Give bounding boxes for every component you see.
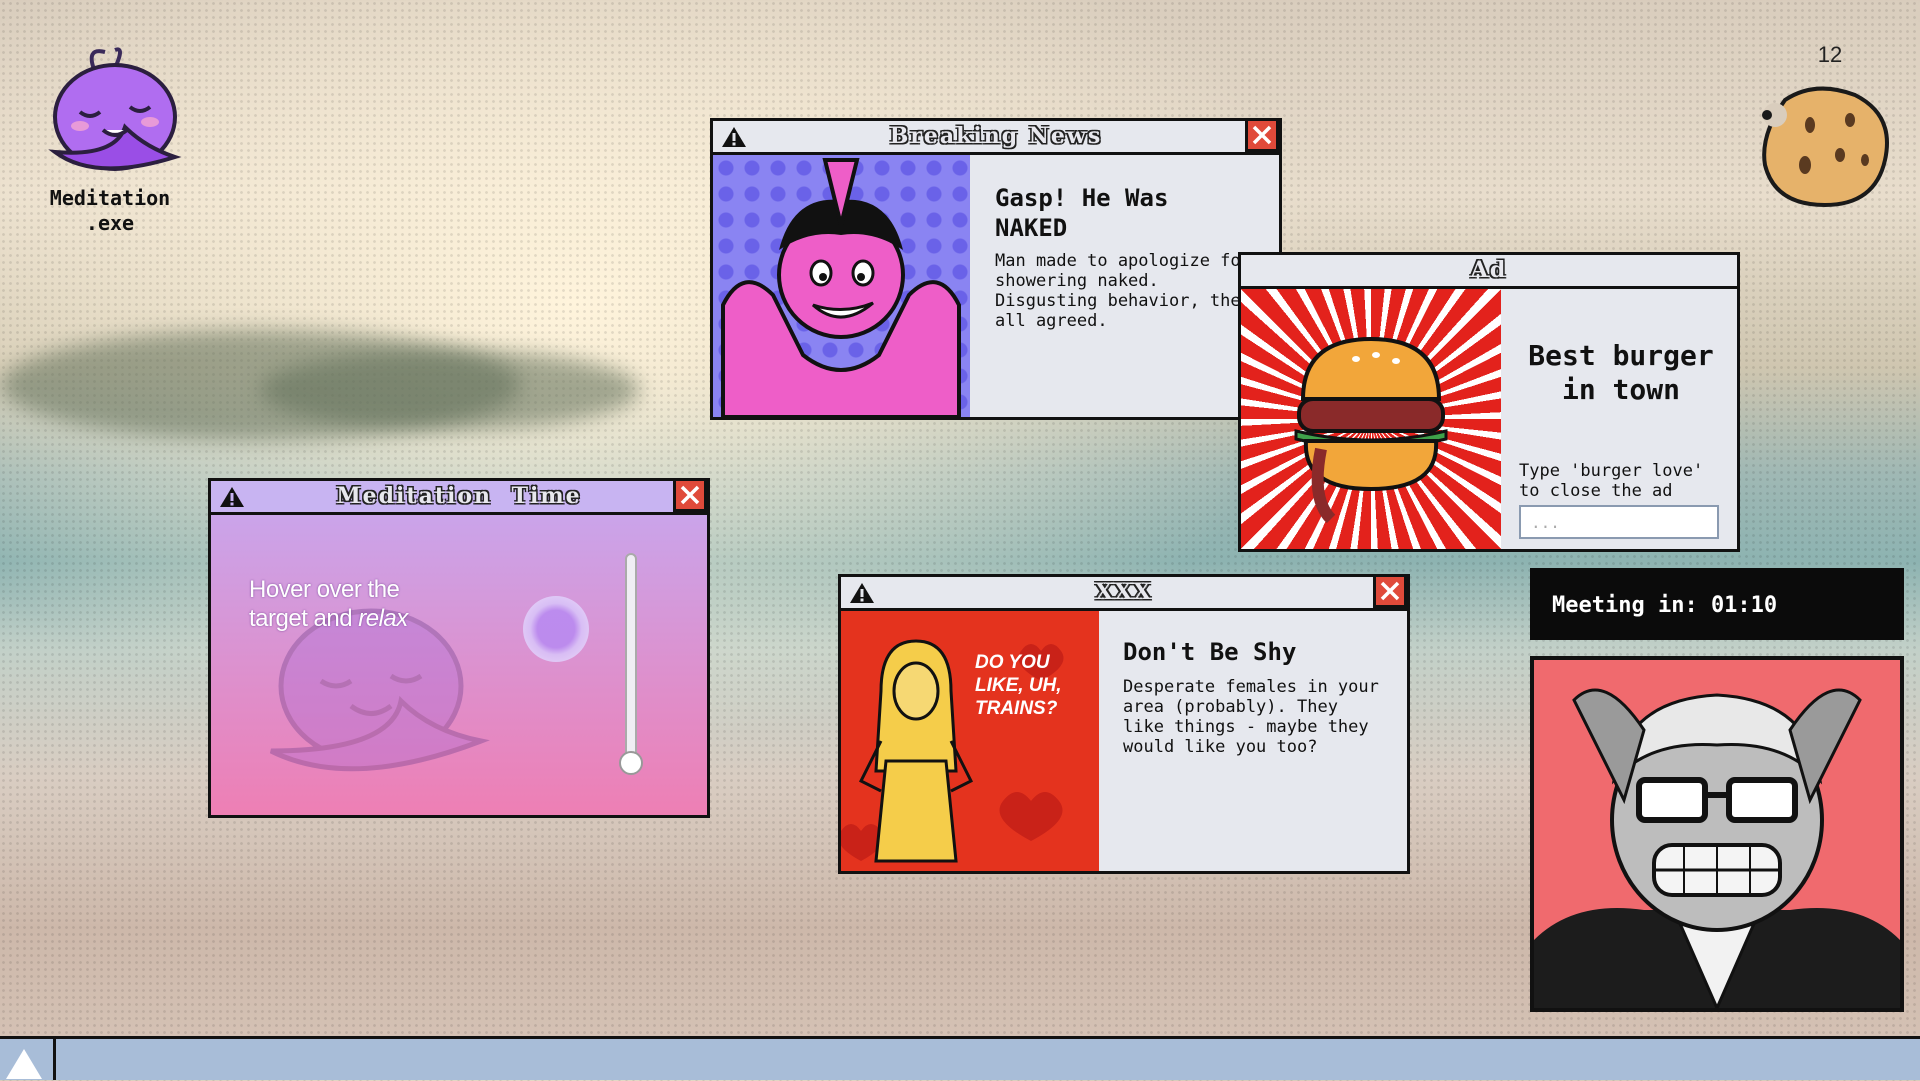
xxx-title: XXX [1095,579,1153,605]
xxx-body: Desperate females in your area (probably… [1123,677,1379,757]
ad-titlebar[interactable]: Ad [1241,255,1737,289]
ad-window: Ad Best burger in town Type 'burger love… [1238,252,1740,552]
xxx-illustration: DO YOU LIKE, UH, TRAINS? [841,611,1099,871]
meditation-app-icon[interactable]: Meditation .exe [30,42,190,236]
cookie-counter: 12 [1817,42,1843,67]
burger-illustration [1241,289,1501,549]
meditation-window: Meditation Time Hover over the target an… [208,478,710,818]
ghost-mascot-icon [48,47,182,171]
cookie-icon[interactable] [1755,80,1895,210]
xxx-headline: Don't Be Shy [1123,638,1297,666]
close-icon [1380,581,1400,601]
news-titlebar[interactable]: Breaking News [713,118,1279,155]
meditation-title: Meditation Time [336,483,582,509]
ad-headline: Best burger in town [1528,339,1714,406]
meditation-line1: Hover over the [249,576,400,603]
meditation-line2: target and [249,605,359,632]
comic-speech-text: DO YOU LIKE, UH, TRAINS? [975,652,1062,719]
meditation-slider-track [625,553,637,763]
news-illustration [713,155,970,417]
close-icon [680,485,700,505]
meditation-instruction: Hover over the target and relax [249,575,408,633]
meditation-slider-handle[interactable] [619,751,643,775]
news-close-button[interactable] [1245,118,1279,152]
news-body: Man made to apologize for showering nake… [995,251,1251,331]
news-title: Breaking News [889,123,1103,149]
triangle-logo-icon [6,1049,42,1079]
meeting-countdown: Meeting in: 01:10 [1530,568,1904,640]
meditation-close-button[interactable] [673,478,707,512]
meditation-titlebar[interactable]: Meditation Time [211,478,707,515]
xxx-close-button[interactable] [1373,574,1407,608]
meditation-target[interactable] [523,596,589,662]
boss-portrait [1530,656,1904,1012]
ad-instruction: Type 'burger love' to close the ad [1519,461,1704,501]
xxx-window: XXX DO YOU LIKE, UH, TRAINS? Don't Be Sh… [838,574,1410,874]
desktop-icon-label: Meditation .exe [49,186,171,235]
news-headline: Gasp! He Was NAKED [995,184,1169,242]
ad-title: Ad [1470,257,1508,283]
ad-close-input[interactable]: ... [1519,505,1719,539]
breaking-news-window: Breaking News Gasp! He Was NAKED Man mad… [710,118,1282,420]
close-icon [1252,125,1272,145]
start-button[interactable] [0,1036,56,1080]
xxx-titlebar[interactable]: XXX [841,574,1407,611]
meditation-emph: relax [358,605,408,632]
taskbar [0,1036,1920,1080]
